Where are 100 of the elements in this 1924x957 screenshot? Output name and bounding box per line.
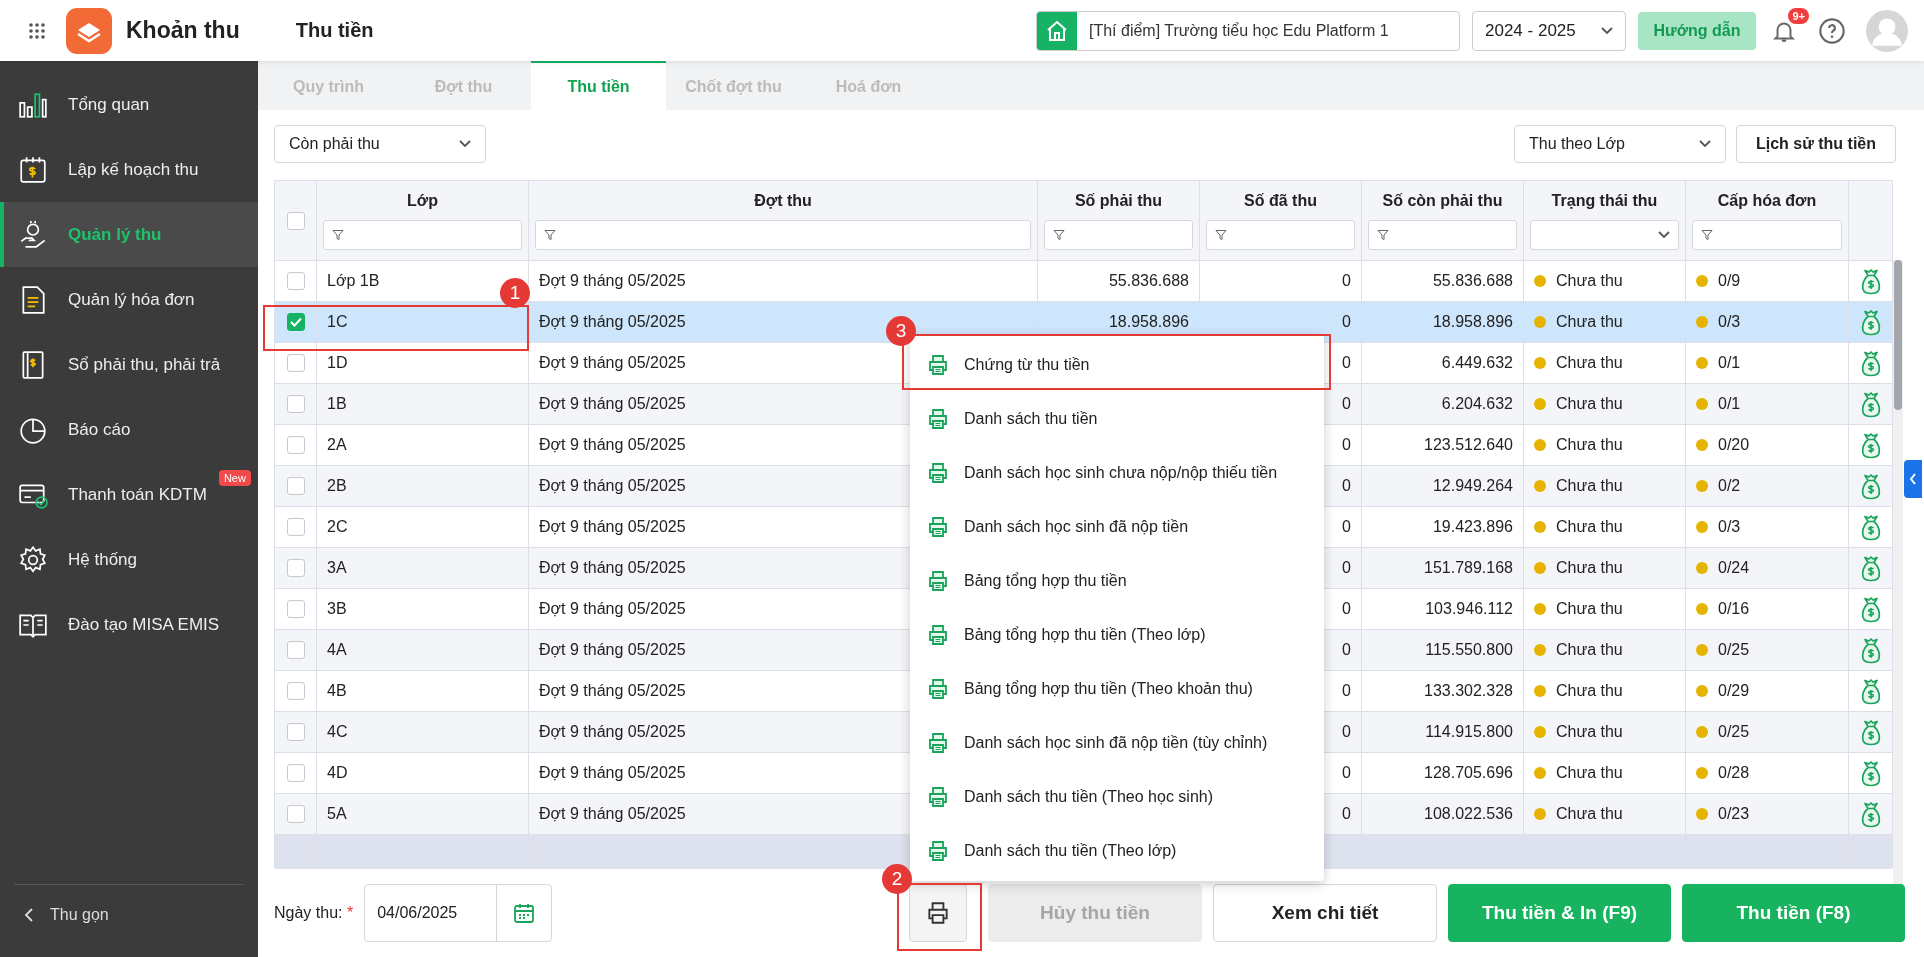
table-cell: Chưa thu [1556,436,1623,454]
row-checkbox[interactable] [286,600,305,618]
table-cell: 0/2 [1718,477,1741,495]
menu-item[interactable]: Danh sách học sinh đã nộp tiền (tùy chỉnh) [910,716,1324,770]
table-cell: 1C [327,313,348,331]
money-bag-icon[interactable] [1860,308,1881,336]
page-title: Thu tiền [295,19,374,42]
column-header: Đợt thu [754,191,812,210]
select-all-checkbox[interactable] [286,211,305,230]
row-checkbox[interactable] [286,641,305,659]
history-button[interactable]: Lịch sử thu tiền [1736,125,1896,163]
table-cell: Chưa thu [1556,354,1623,372]
year-select[interactable]: 2024 - 2025 [1472,10,1626,51]
status-select[interactable]: Còn phải thu [274,125,486,163]
avatar-icon[interactable] [1866,9,1908,52]
table-cell: 0/23 [1718,805,1750,823]
table-cell: 3A [327,559,347,577]
status-dot [1696,644,1708,656]
scrollbar[interactable] [1894,260,1902,410]
column-filter[interactable] [1692,219,1842,250]
hand-coin-icon [18,219,48,250]
money-bag-icon[interactable] [1860,595,1881,623]
sidebar-item[interactable]: Lập kế hoạch thu [0,137,258,202]
money-bag-icon[interactable] [1860,636,1881,664]
row-checkbox[interactable] [286,272,305,290]
sidebar-item[interactable]: Hệ thống [0,527,258,592]
school-field[interactable]: [Thí điểm] Trường tiểu học Edu Platform 1 [1036,10,1460,51]
money-bag-icon[interactable] [1860,431,1881,459]
new-badge: New [218,470,251,486]
sidebar-item[interactable]: Báo cáo [0,397,258,462]
money-bag-icon[interactable] [1860,554,1881,582]
column-filter[interactable] [1530,219,1679,250]
apps-grid-icon[interactable] [28,21,46,40]
money-bag-icon[interactable] [1860,759,1881,787]
menu-item[interactable]: Danh sách thu tiền (Theo học sinh) [910,770,1324,824]
column-filter[interactable] [1044,219,1193,250]
menu-item[interactable]: Bảng tổng hợp thu tiền [910,554,1324,608]
sidebar-item[interactable]: Quản lý thu [0,202,258,267]
collapse-button[interactable]: Thu gọn [14,884,244,945]
app-name: Khoản thu [126,17,240,44]
home-icon [1045,18,1069,43]
money-bag-icon[interactable] [1860,390,1881,418]
table-cell: 6.204.632 [1441,395,1513,413]
table-cell: Chưa thu [1556,723,1623,741]
column-filter[interactable] [323,219,522,250]
table-cell: 5A [327,805,347,823]
row-checkbox[interactable] [286,764,305,782]
table-cell: Đợt 9 tháng 05/2025 [539,272,686,290]
sidebar-item[interactable]: Tổng quan [0,72,258,137]
money-bag-icon[interactable] [1860,718,1881,746]
menu-item[interactable]: Danh sách thu tiền [910,392,1324,446]
money-bag-icon[interactable] [1860,267,1881,295]
status-dot [1696,275,1708,287]
table-cell: 3B [327,600,347,618]
table-cell: 55.836.688 [1108,272,1189,290]
row-checkbox[interactable] [286,723,305,741]
sidebar-item[interactable]: Quản lý hóa đơn [0,267,258,332]
money-bag-icon[interactable] [1860,800,1881,828]
money-bag-icon[interactable] [1860,349,1881,377]
row-checkbox[interactable] [286,559,305,577]
row-checkbox[interactable] [286,518,305,536]
column-filter[interactable] [535,219,1031,250]
menu-item[interactable]: Danh sách thu tiền (Theo lớp) [910,824,1324,878]
mode-select[interactable]: Thu theo Lớp [1514,125,1726,163]
sidebar-item[interactable]: Sổ phải thu, phải trả [0,332,258,397]
row-checkbox[interactable] [286,436,305,454]
table-cell: Đợt 9 tháng 05/2025 [539,477,686,495]
row-checkbox[interactable] [286,682,305,700]
date-field[interactable]: 04/06/2025 [364,883,553,942]
details-button[interactable]: Xem chi tiết [1213,883,1437,942]
table-cell: Đợt 9 tháng 05/2025 [539,682,686,700]
panel-toggle-button[interactable] [1904,460,1922,498]
status-dot [1696,398,1708,410]
money-bag-icon[interactable] [1860,513,1881,541]
money-bag-icon[interactable] [1860,472,1881,500]
menu-item[interactable]: Danh sách học sinh chưa nộp/nộp thiếu tiền [910,446,1324,500]
help-icon[interactable] [1818,16,1846,45]
sidebar-item[interactable]: Thanh toán KDTM New [0,462,258,527]
sidebar-item[interactable]: Đào tạo MISA EMIS [0,592,258,657]
menu-item[interactable]: Danh sách học sinh đã nộp tiền [910,500,1324,554]
filter-icon [1701,228,1713,241]
row-checkbox[interactable] [286,477,305,495]
table-cell: Chưa thu [1556,805,1623,823]
row-checkbox[interactable] [286,805,305,823]
gear-icon [18,544,48,575]
table-cell: 0/29 [1718,682,1750,700]
filter-icon [544,228,556,241]
money-bag-icon[interactable] [1860,677,1881,705]
menu-item[interactable]: Bảng tổng hợp thu tiền (Theo khoản thu) [910,662,1324,716]
status-dot [1534,521,1546,533]
row-checkbox[interactable] [286,395,305,413]
table-cell: Chưa thu [1556,477,1623,495]
row-checkbox[interactable] [286,313,305,331]
row-checkbox[interactable] [286,354,305,372]
table-cell: 2C [327,518,348,536]
column-filter[interactable] [1368,219,1517,250]
table-cell: 0 [1342,313,1351,331]
column-filter[interactable] [1206,219,1355,250]
menu-item[interactable]: Bảng tổng hợp thu tiền (Theo lớp) [910,608,1324,662]
print-button[interactable] [909,883,967,942]
